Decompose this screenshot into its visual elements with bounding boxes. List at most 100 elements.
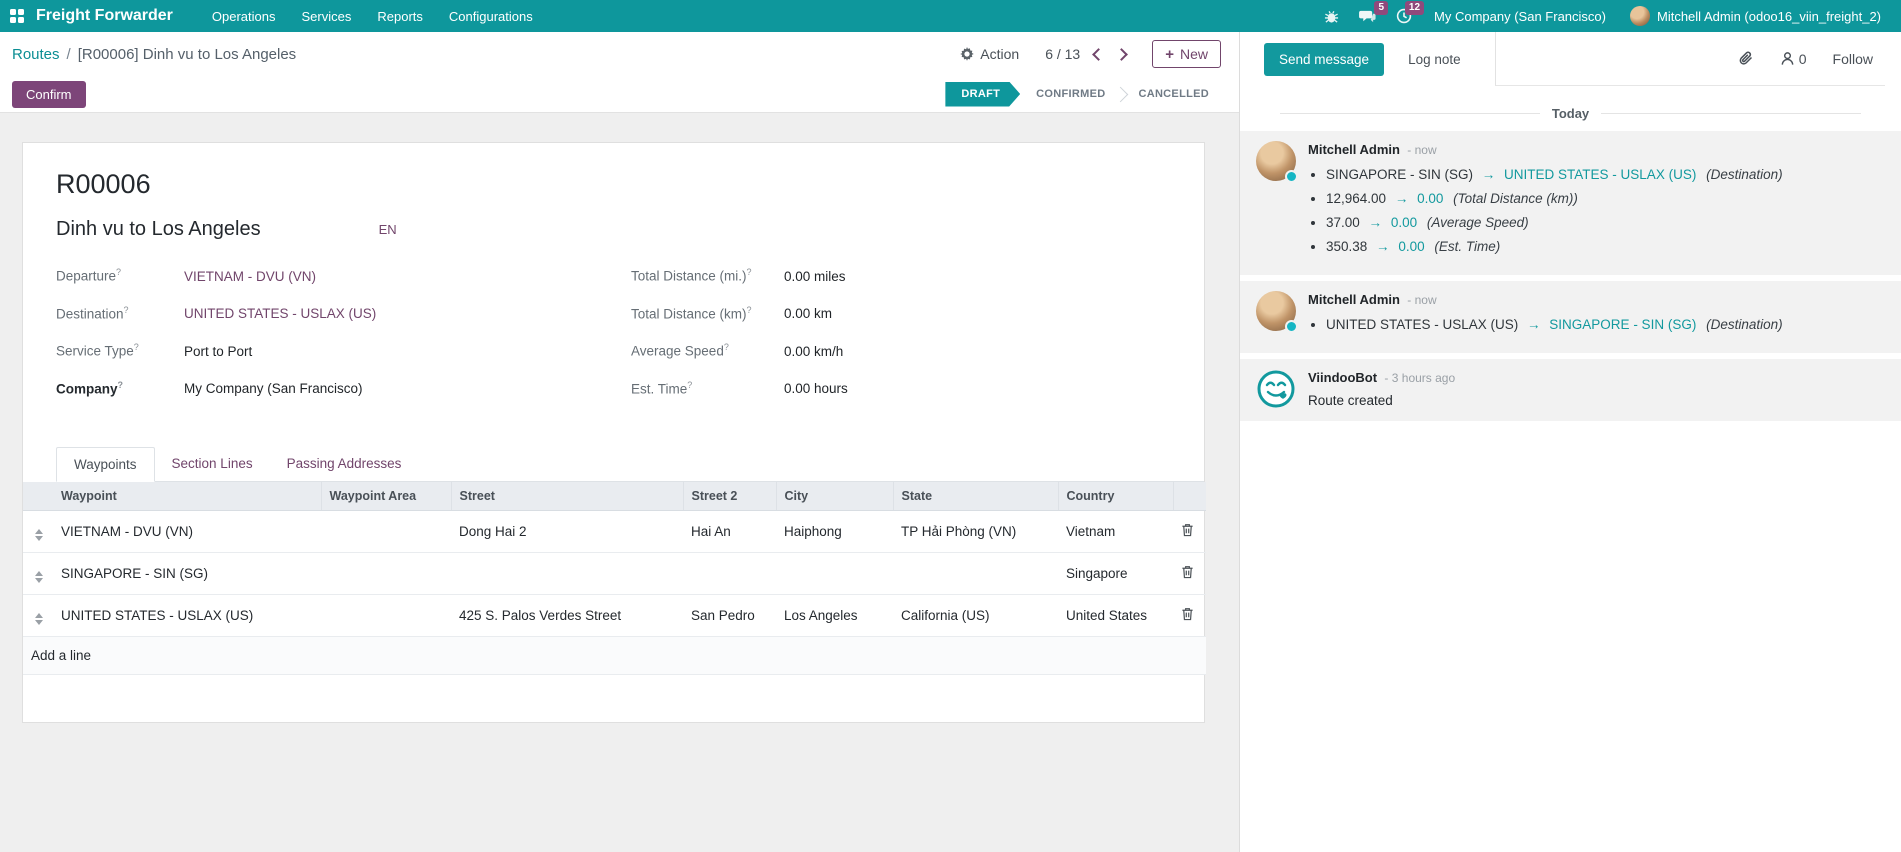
waypoint-cell[interactable] (321, 552, 451, 594)
message-author[interactable]: Mitchell Admin (1308, 142, 1400, 157)
pager-value[interactable]: 6 / 13 (1045, 46, 1080, 62)
tracking-new-value[interactable]: SINGAPORE - SIN (SG) (1549, 317, 1696, 332)
trash-icon[interactable] (1181, 523, 1194, 540)
add-line-link[interactable]: Add a line (23, 636, 1206, 674)
column-header-state[interactable]: State (893, 482, 1058, 510)
apps-grid-icon[interactable] (10, 9, 24, 23)
field-value[interactable]: 0.00 km (784, 306, 832, 321)
record-reference[interactable]: R00006 (56, 169, 1204, 200)
attach-files-button[interactable] (1738, 50, 1754, 67)
waypoint-cell[interactable] (776, 552, 893, 594)
column-header-waypoint[interactable]: Waypoint (53, 482, 321, 510)
waypoint-cell[interactable]: VIETNAM - DVU (VN) (53, 510, 321, 552)
trash-icon[interactable] (1181, 607, 1194, 624)
waypoint-cell[interactable]: California (US) (893, 594, 1058, 636)
waypoint-row[interactable]: UNITED STATES - USLAX (US) 425 S. Palos V… (23, 594, 1206, 636)
waypoint-cell[interactable]: San Pedro (683, 594, 776, 636)
tracking-new-value[interactable]: 0.00 (1398, 239, 1424, 254)
pager-next-icon[interactable] (1115, 48, 1128, 61)
waypoint-cell[interactable]: United States (1058, 594, 1173, 636)
add-line-row: Add a line (23, 636, 1206, 674)
column-header-waypoint-area[interactable]: Waypoint Area (321, 482, 451, 510)
tab-section-lines[interactable]: Section Lines (155, 447, 270, 482)
waypoint-cell[interactable] (321, 510, 451, 552)
status-state-confirmed[interactable]: CONFIRMED (1020, 82, 1121, 107)
tracking-field-name: (Total Distance (km)) (1449, 191, 1578, 206)
message-author[interactable]: Mitchell Admin (1308, 292, 1400, 307)
message-author[interactable]: ViindooBot (1308, 370, 1377, 385)
pager-previous-icon[interactable] (1092, 48, 1105, 61)
user-menu[interactable]: Mitchell Admin (odoo16_viin_freight_2) (1618, 0, 1893, 32)
tracking-new-value[interactable]: UNITED STATES - USLAX (US) (1504, 167, 1696, 182)
column-header-street[interactable]: Street (451, 482, 683, 510)
record-name[interactable]: Dinh vu to Los Angeles (56, 218, 261, 241)
author-avatar (1256, 291, 1296, 331)
waypoint-cell[interactable]: 425 S. Palos Verdes Street (451, 594, 683, 636)
breadcrumb-current: [R00006] Dinh vu to Los Angeles (78, 46, 296, 63)
log-note-button[interactable]: Log note (1392, 43, 1477, 76)
tracking-old-value: 350.38 (1326, 239, 1367, 254)
tracking-new-value[interactable]: 0.00 (1417, 191, 1443, 206)
tab-waypoints[interactable]: Waypoints (56, 447, 155, 482)
waypoint-cell[interactable]: Dong Hai 2 (451, 510, 683, 552)
waypoint-cell[interactable]: Singapore (1058, 552, 1173, 594)
waypoint-cell[interactable] (683, 552, 776, 594)
user-name: Mitchell Admin (odoo16_viin_freight_2) (1657, 9, 1881, 24)
breadcrumb-routes-link[interactable]: Routes (12, 46, 60, 63)
trash-icon[interactable] (1181, 565, 1194, 582)
app-name[interactable]: Freight Forwarder (36, 7, 173, 25)
waypoint-cell[interactable] (451, 552, 683, 594)
author-avatar (1256, 141, 1296, 181)
waypoint-cell[interactable]: Vietnam (1058, 510, 1173, 552)
waypoint-row[interactable]: VIETNAM - DVU (VN) Dong Hai 2Hai AnHaipho… (23, 510, 1206, 552)
drag-handle-icon[interactable] (31, 613, 43, 625)
column-header-country[interactable]: Country (1058, 482, 1173, 510)
company-switcher[interactable]: My Company (San Francisco) (1422, 0, 1618, 32)
nav-menu-configurations[interactable]: Configurations (436, 0, 546, 32)
waypoint-cell[interactable] (321, 594, 451, 636)
waypoint-cell[interactable]: SINGAPORE - SIN (SG) (53, 552, 321, 594)
confirm-button[interactable]: Confirm (12, 81, 86, 108)
nav-menu-operations[interactable]: Operations (199, 0, 289, 32)
arrow-right-icon: → (1386, 191, 1417, 206)
status-state-cancelled[interactable]: CANCELLED (1122, 82, 1225, 107)
send-message-button[interactable]: Send message (1264, 43, 1384, 76)
activities-icon[interactable]: 12 (1386, 0, 1422, 32)
follow-button[interactable]: Follow (1833, 51, 1873, 67)
status-state-draft[interactable]: DRAFT (945, 82, 1020, 107)
field-value[interactable]: My Company (San Francisco) (184, 381, 363, 396)
column-header-city[interactable]: City (776, 482, 893, 510)
nav-menu-services[interactable]: Services (289, 0, 365, 32)
waypoint-cell[interactable]: Hai An (683, 510, 776, 552)
waypoint-row[interactable]: SINGAPORE - SIN (SG) Singapore (23, 552, 1206, 594)
drag-handle-icon[interactable] (31, 571, 43, 583)
field-label: Total Distance (mi.)? (631, 267, 784, 284)
nav-menu-reports[interactable]: Reports (364, 0, 436, 32)
row-handle-cell (23, 510, 53, 552)
person-icon (1780, 51, 1795, 66)
messages-icon[interactable]: 5 (1349, 0, 1386, 32)
action-menu-button[interactable]: Action (960, 46, 1019, 62)
waypoint-cell[interactable]: Haiphong (776, 510, 893, 552)
column-header-street-2[interactable]: Street 2 (683, 482, 776, 510)
waypoint-cell[interactable] (893, 552, 1058, 594)
field-value[interactable]: 0.00 miles (784, 269, 846, 284)
new-record-button[interactable]: + New (1152, 40, 1221, 68)
field-value[interactable]: UNITED STATES - USLAX (US) (184, 306, 376, 321)
drag-handle-icon[interactable] (31, 529, 43, 541)
tracking-new-value[interactable]: 0.00 (1391, 215, 1417, 230)
field-column-left: Departure?VIETNAM - DVU (VN)Destination?… (56, 267, 631, 417)
tab-passing-addresses[interactable]: Passing Addresses (270, 447, 419, 482)
waypoint-cell[interactable]: Los Angeles (776, 594, 893, 636)
followers-button[interactable]: 0 (1780, 51, 1807, 67)
field-value[interactable]: 0.00 hours (784, 381, 848, 396)
activities-badge: 12 (1405, 1, 1424, 15)
waypoint-cell[interactable]: UNITED STATES - USLAX (US) (53, 594, 321, 636)
field-value[interactable]: Port to Port (184, 344, 252, 359)
debug-icon[interactable] (1314, 0, 1349, 32)
field-value[interactable]: 0.00 km/h (784, 344, 843, 359)
translation-language-tag[interactable]: EN (379, 222, 397, 237)
field-value[interactable]: VIETNAM - DVU (VN) (184, 269, 316, 284)
waypoint-cell[interactable]: TP Hải Phòng (VN) (893, 510, 1058, 552)
row-delete-cell (1173, 552, 1206, 594)
